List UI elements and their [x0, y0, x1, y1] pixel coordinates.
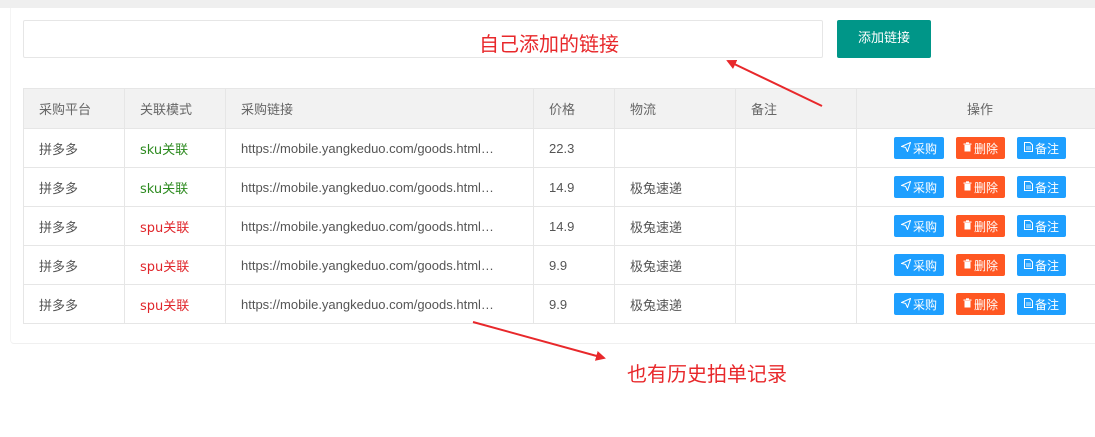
- delete-button[interactable]: 删除: [955, 176, 1005, 198]
- cell-actions: 采购 删除 备注: [856, 206, 1095, 246]
- document-icon: [1024, 219, 1033, 233]
- cell-platform: 拼多多: [23, 167, 125, 207]
- note-button[interactable]: 备注: [1017, 215, 1067, 237]
- buy-button-label: 采购: [912, 180, 937, 195]
- document-icon: [1024, 141, 1033, 155]
- table-row: 拼多多 sku关联 https://mobile.yangkeduo.com/goo…: [23, 167, 1095, 207]
- delete-button-label: 删除: [973, 297, 998, 312]
- document-icon: [1024, 297, 1033, 311]
- note-button[interactable]: 备注: [1017, 293, 1067, 315]
- cell-link[interactable]: https://mobile.yangkeduo.com/goods.html…: [225, 245, 534, 285]
- delete-button-label: 删除: [973, 258, 998, 273]
- cell-logistics: 极兔速递: [614, 284, 736, 324]
- cell-platform: 拼多多: [23, 284, 125, 324]
- table-row: 拼多多 spu关联 https://mobile.yangkeduo.com/goo…: [23, 206, 1095, 246]
- header-price: 价格: [533, 88, 615, 129]
- top-divider: [0, 0, 1095, 8]
- buy-button[interactable]: 采购: [893, 215, 944, 237]
- buy-button[interactable]: 采购: [893, 254, 944, 276]
- cell-link[interactable]: https://mobile.yangkeduo.com/goods.html…: [225, 128, 534, 168]
- buy-button[interactable]: 采购: [893, 176, 944, 198]
- delete-button-label: 删除: [973, 180, 998, 195]
- cell-note: [735, 284, 857, 324]
- cell-note: [735, 167, 857, 207]
- note-button-label: 备注: [1035, 258, 1060, 273]
- document-icon: [1024, 180, 1033, 194]
- cell-logistics: [614, 128, 736, 168]
- cell-note: [735, 206, 857, 246]
- cell-platform: 拼多多: [23, 206, 125, 246]
- note-button-label: 备注: [1035, 180, 1060, 195]
- note-button[interactable]: 备注: [1017, 176, 1067, 198]
- trash-icon: [963, 141, 972, 155]
- header-note: 备注: [735, 88, 857, 129]
- table-row: 拼多多 sku关联 https://mobile.yangkeduo.com/goo…: [23, 128, 1095, 168]
- cell-price: 22.3: [533, 128, 615, 168]
- paper-plane-icon: [899, 141, 912, 155]
- trash-icon: [963, 258, 972, 272]
- link-input[interactable]: [23, 20, 823, 58]
- buy-button[interactable]: 采购: [893, 293, 944, 315]
- purchase-links-table: 采购平台 关联模式 采购链接 价格 物流 备注 操作 拼多多 sku关联 https…: [23, 88, 1095, 324]
- buy-button-label: 采购: [912, 258, 937, 273]
- delete-button[interactable]: 删除: [955, 293, 1005, 315]
- trash-icon: [963, 297, 972, 311]
- delete-button[interactable]: 删除: [955, 215, 1005, 237]
- table-row: 拼多多 spu关联 https://mobile.yangkeduo.com/goo…: [23, 284, 1095, 324]
- annotation-history: 也有历史拍单记录: [627, 362, 787, 386]
- note-button[interactable]: 备注: [1017, 254, 1067, 276]
- delete-button[interactable]: 删除: [955, 137, 1005, 159]
- buy-button-label: 采购: [912, 141, 937, 156]
- header-actions: 操作: [856, 88, 1095, 129]
- paper-plane-icon: [899, 180, 912, 194]
- delete-button-label: 删除: [973, 141, 998, 156]
- buy-button[interactable]: 采购: [893, 137, 944, 159]
- buy-button-label: 采购: [912, 219, 937, 234]
- paper-plane-icon: [899, 258, 912, 272]
- trash-icon: [963, 219, 972, 233]
- document-icon: [1024, 258, 1033, 272]
- header-platform: 采购平台: [23, 88, 125, 129]
- cell-logistics: 极兔速递: [614, 245, 736, 285]
- cell-note: [735, 245, 857, 285]
- cell-price: 9.9: [533, 284, 615, 324]
- cell-actions: 采购 删除 备注: [856, 128, 1095, 168]
- paper-plane-icon: [899, 297, 912, 311]
- cell-link[interactable]: https://mobile.yangkeduo.com/goods.html…: [225, 167, 534, 207]
- paper-plane-icon: [899, 219, 912, 233]
- cell-logistics: 极兔速递: [614, 167, 736, 207]
- cell-link[interactable]: https://mobile.yangkeduo.com/goods.html…: [225, 206, 534, 246]
- header-mode: 关联模式: [124, 88, 226, 129]
- note-button-label: 备注: [1035, 141, 1060, 156]
- cell-platform: 拼多多: [23, 128, 125, 168]
- cell-price: 14.9: [533, 167, 615, 207]
- note-button[interactable]: 备注: [1017, 137, 1067, 159]
- cell-mode: sku关联: [124, 167, 226, 207]
- cell-platform: 拼多多: [23, 245, 125, 285]
- delete-button[interactable]: 删除: [955, 254, 1005, 276]
- note-button-label: 备注: [1035, 219, 1060, 234]
- annotation-own-link: 自己添加的链接: [479, 32, 619, 56]
- header-link: 采购链接: [225, 88, 534, 129]
- trash-icon: [963, 180, 972, 194]
- cell-actions: 采购 删除 备注: [856, 245, 1095, 285]
- cell-note: [735, 128, 857, 168]
- cell-mode: spu关联: [124, 245, 226, 285]
- cell-actions: 采购 删除 备注: [856, 284, 1095, 324]
- cell-price: 9.9: [533, 245, 615, 285]
- table-row: 拼多多 spu关联 https://mobile.yangkeduo.com/goo…: [23, 245, 1095, 285]
- table-header-row: 采购平台 关联模式 采购链接 价格 物流 备注 操作: [23, 88, 1095, 129]
- header-logistics: 物流: [614, 88, 736, 129]
- add-link-button[interactable]: 添加链接: [837, 20, 931, 58]
- delete-button-label: 删除: [973, 219, 998, 234]
- cell-mode: sku关联: [124, 128, 226, 168]
- note-button-label: 备注: [1035, 297, 1060, 312]
- cell-link[interactable]: https://mobile.yangkeduo.com/goods.html…: [225, 284, 534, 324]
- cell-mode: spu关联: [124, 284, 226, 324]
- cell-logistics: 极兔速递: [614, 206, 736, 246]
- buy-button-label: 采购: [912, 297, 937, 312]
- cell-mode: spu关联: [124, 206, 226, 246]
- cell-actions: 采购 删除 备注: [856, 167, 1095, 207]
- cell-price: 14.9: [533, 206, 615, 246]
